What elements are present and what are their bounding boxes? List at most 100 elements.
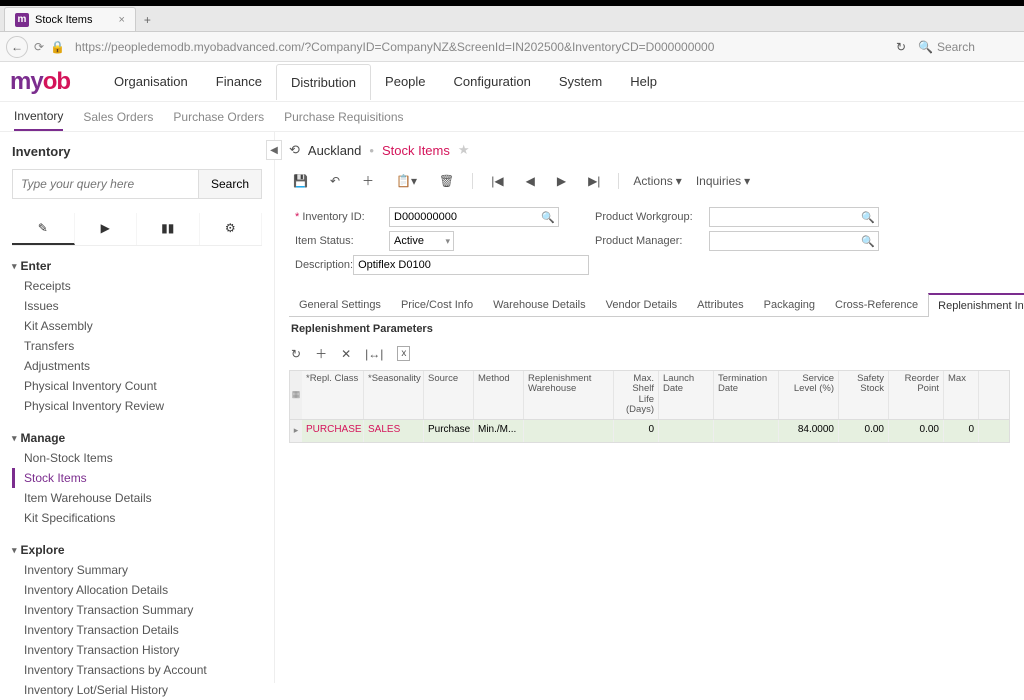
sidebar-item-kit-specs[interactable]: Kit Specifications (12, 508, 262, 528)
last-record-icon[interactable]: ▶| (584, 172, 604, 190)
tab-replenishment[interactable]: Replenishment Info (928, 293, 1024, 317)
sidebar-item-warehouse-details[interactable]: Item Warehouse Details (12, 488, 262, 508)
cell-source[interactable]: Purchase (424, 420, 474, 442)
add-icon[interactable]: ＋ (358, 170, 378, 191)
myob-logo[interactable]: myob (10, 68, 70, 96)
col-launch[interactable]: Launch Date (659, 371, 714, 419)
edit-mode-icon[interactable]: ✎ (12, 213, 75, 245)
sidebar-item-issues[interactable]: Issues (12, 296, 262, 316)
grid-export-icon[interactable]: x (397, 346, 410, 361)
nav-distribution[interactable]: Distribution (276, 64, 371, 100)
new-tab-button[interactable]: + (136, 9, 159, 31)
col-shelf-life[interactable]: Max. Shelf Life (Days) (614, 371, 659, 419)
sidebar-search-button[interactable]: Search (199, 169, 262, 199)
inventory-id-field[interactable]: 🔍 (389, 207, 559, 227)
col-method[interactable]: Method (474, 371, 524, 419)
tab-warehouse[interactable]: Warehouse Details (483, 293, 596, 316)
col-service-level[interactable]: Service Level (%) (779, 371, 839, 419)
cell-warehouse[interactable] (524, 420, 614, 442)
grid-refresh-icon[interactable]: ↻ (291, 347, 301, 361)
favorite-star-icon[interactable]: ★ (458, 142, 470, 158)
col-max[interactable]: Max (944, 371, 979, 419)
inventory-id-input[interactable] (389, 207, 559, 227)
nav-people[interactable]: People (371, 64, 439, 100)
cell-seasonality[interactable]: SALES (364, 420, 424, 442)
sidebar-search-input[interactable] (12, 169, 199, 199)
tab-attributes[interactable]: Attributes (687, 293, 753, 316)
cell-safety[interactable]: 0.00 (839, 420, 889, 442)
nav-help[interactable]: Help (616, 64, 671, 100)
row-selector[interactable]: ▸ (290, 420, 302, 442)
nav-organisation[interactable]: Organisation (100, 64, 202, 100)
browser-search[interactable]: 🔍 Search (918, 40, 1018, 54)
gear-icon[interactable]: ⚙ (200, 213, 263, 245)
nav-finance[interactable]: Finance (202, 64, 276, 100)
section-explore[interactable]: Explore (12, 540, 262, 560)
col-termination[interactable]: Termination Date (714, 371, 779, 419)
sidebar-item-inv-by-account[interactable]: Inventory Transactions by Account (12, 660, 262, 680)
section-manage[interactable]: Manage (12, 428, 262, 448)
cell-service[interactable]: 84.0000 (779, 420, 839, 442)
close-icon[interactable]: × (118, 14, 124, 26)
tab-packaging[interactable]: Packaging (754, 293, 825, 316)
cell-method[interactable]: Min./M... (474, 420, 524, 442)
sidebar-item-inv-alloc[interactable]: Inventory Allocation Details (12, 580, 262, 600)
delete-icon[interactable]: 🗑 (435, 172, 458, 190)
col-warehouse[interactable]: Replenishment Warehouse (524, 371, 614, 419)
sidebar-item-inv-trans-summary[interactable]: Inventory Transaction Summary (12, 600, 262, 620)
subnav-inventory[interactable]: Inventory (14, 103, 63, 131)
cell-max[interactable]: 0 (944, 420, 979, 442)
col-reorder[interactable]: Reorder Point (889, 371, 944, 419)
cell-reorder[interactable]: 0.00 (889, 420, 944, 442)
grid-fit-icon[interactable]: |↔| (365, 347, 383, 361)
sidebar-item-physical-review[interactable]: Physical Inventory Review (12, 396, 262, 416)
sidebar-item-inv-summary[interactable]: Inventory Summary (12, 560, 262, 580)
item-status-select[interactable]: ▾ (389, 231, 454, 251)
workgroup-input[interactable] (709, 207, 879, 227)
next-record-icon[interactable]: ▶ (553, 172, 570, 190)
play-icon[interactable]: ▶ (75, 213, 138, 245)
col-source[interactable]: Source (424, 371, 474, 419)
workgroup-field[interactable]: 🔍 (709, 207, 879, 227)
sidebar-item-kit-assembly[interactable]: Kit Assembly (12, 316, 262, 336)
cell-termination[interactable] (714, 420, 779, 442)
actions-dropdown[interactable]: Actions▾ (633, 174, 681, 188)
manager-field[interactable]: 🔍 (709, 231, 879, 251)
chart-icon[interactable]: ▮▮ (137, 213, 200, 245)
sidebar-item-adjustments[interactable]: Adjustments (12, 356, 262, 376)
subnav-purchase-requisitions[interactable]: Purchase Requisitions (284, 104, 403, 130)
grid-delete-icon[interactable]: ✕ (341, 347, 351, 361)
sidebar-item-receipts[interactable]: Receipts (12, 276, 262, 296)
save-icon[interactable]: 💾 (289, 172, 312, 190)
description-input[interactable] (353, 255, 589, 275)
tab-price-cost[interactable]: Price/Cost Info (391, 293, 483, 316)
sidebar-item-inv-lot-serial[interactable]: Inventory Lot/Serial History (12, 680, 262, 700)
sidebar-item-non-stock[interactable]: Non-Stock Items (12, 448, 262, 468)
manager-input[interactable] (709, 231, 879, 251)
first-record-icon[interactable]: |◀ (487, 172, 507, 190)
reload-icon[interactable]: ⟳ (34, 40, 44, 54)
collapse-sidebar-button[interactable]: ◀ (266, 140, 282, 160)
refresh-icon[interactable]: ⟲ (289, 142, 300, 158)
section-enter[interactable]: Enter (12, 256, 262, 276)
tab-vendor[interactable]: Vendor Details (596, 293, 688, 316)
prev-record-icon[interactable]: ◀ (522, 172, 539, 190)
col-repl-class[interactable]: *Repl. Class (302, 371, 364, 419)
sidebar-item-inv-trans-history[interactable]: Inventory Transaction History (12, 640, 262, 660)
cell-repl-class[interactable]: PURCHASE (302, 420, 364, 442)
nav-system[interactable]: System (545, 64, 616, 100)
cell-launch[interactable] (659, 420, 714, 442)
breadcrumb-company[interactable]: Auckland (308, 143, 361, 158)
grid-corner[interactable]: ▦ (290, 371, 302, 419)
back-button[interactable]: ← (6, 36, 28, 58)
table-row[interactable]: PURCHASE SALES Purchase Min./M... 0 84.0… (302, 420, 1009, 442)
col-seasonality[interactable]: *Seasonality (364, 371, 424, 419)
tab-cross-ref[interactable]: Cross-Reference (825, 293, 928, 316)
inquiries-dropdown[interactable]: Inquiries▾ (696, 174, 750, 188)
subnav-purchase-orders[interactable]: Purchase Orders (173, 104, 264, 130)
subnav-sales-orders[interactable]: Sales Orders (83, 104, 153, 130)
reload-button[interactable]: ↻ (890, 40, 912, 54)
sidebar-item-physical-count[interactable]: Physical Inventory Count (12, 376, 262, 396)
sidebar-item-stock-items[interactable]: Stock Items (12, 468, 262, 488)
undo-icon[interactable]: ↶ (326, 172, 344, 190)
